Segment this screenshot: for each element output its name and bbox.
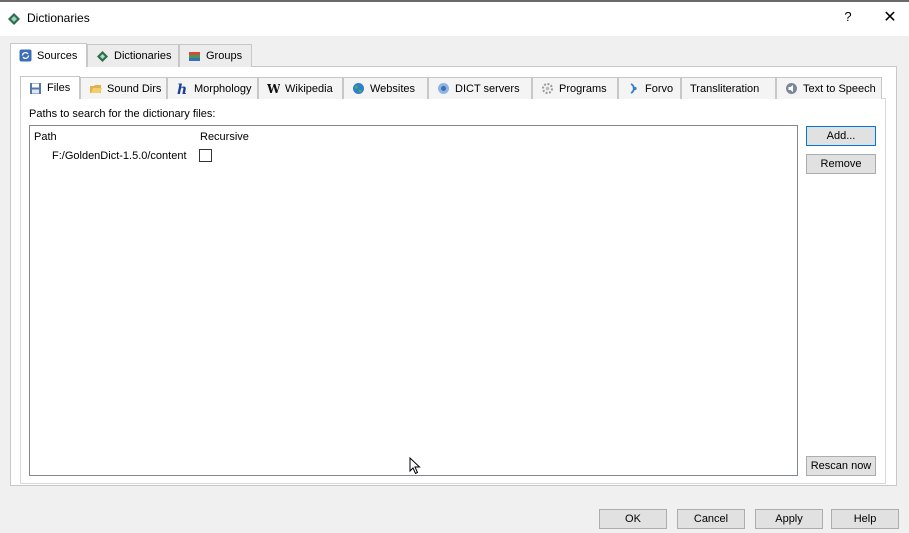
forvo-icon	[630, 83, 637, 94]
tab-websites-label: Websites	[370, 82, 416, 95]
globe-icon	[353, 83, 364, 94]
tab-groups[interactable]: Groups	[179, 44, 252, 67]
path-cell[interactable]: F:/GoldenDict-1.5.0/content	[52, 150, 187, 162]
close-icon[interactable]: ✕	[880, 7, 900, 27]
mouse-cursor-icon	[409, 457, 421, 475]
column-header-recursive[interactable]: Recursive	[200, 131, 249, 143]
tab-sound-dirs-label: Sound Dirs	[107, 82, 162, 95]
tab-wikipedia-label: Wikipedia	[285, 82, 333, 95]
tab-programs-label: Programs	[559, 82, 607, 95]
window-title: Dictionaries	[27, 11, 90, 25]
books-icon	[189, 51, 200, 61]
h-letter-icon: h	[177, 82, 187, 95]
tab-sources[interactable]: Sources	[10, 43, 87, 67]
tab-files-label: Files	[47, 82, 71, 94]
folder-sound-icon	[90, 85, 102, 93]
tab-sound-dirs[interactable]: Sound Dirs	[80, 77, 167, 99]
tab-websites[interactable]: Websites	[343, 77, 428, 99]
wikipedia-icon: W	[267, 82, 280, 95]
tab-transliteration[interactable]: Transliteration	[681, 77, 776, 99]
tab-sources-label: Sources	[37, 49, 78, 62]
gear-icon	[542, 83, 553, 94]
add-button[interactable]: Add...	[806, 126, 876, 146]
column-header-path[interactable]: Path	[34, 131, 57, 143]
title-bar: Dictionaries ? ✕	[0, 0, 909, 36]
tab-forvo[interactable]: Forvo	[618, 77, 681, 99]
tab-dictionaries[interactable]: Dictionaries	[87, 44, 179, 67]
server-icon	[438, 83, 449, 94]
tab-programs[interactable]: Programs	[532, 77, 618, 99]
tab-text-to-speech-label: Text to Speech	[803, 82, 876, 95]
floppy-icon	[30, 82, 41, 94]
paths-label: Paths to search for the dictionary files…	[29, 108, 216, 120]
tab-files[interactable]: Files	[20, 76, 80, 99]
help-icon[interactable]: ?	[840, 9, 856, 27]
recursive-checkbox[interactable]	[199, 149, 212, 162]
tab-text-to-speech[interactable]: Text to Speech	[776, 77, 882, 99]
tab-forvo-label: Forvo	[645, 82, 674, 95]
tab-dict-servers-label: DICT servers	[455, 82, 520, 95]
tab-transliteration-label: Transliteration	[690, 82, 760, 95]
tab-dict-servers[interactable]: DICT servers	[428, 77, 532, 99]
help-button[interactable]: Help	[831, 509, 899, 529]
path-list[interactable]	[29, 125, 798, 476]
rescan-now-button[interactable]: Rescan now	[806, 456, 876, 476]
cancel-button[interactable]: Cancel	[677, 509, 745, 529]
tab-dictionaries-label: Dictionaries	[114, 50, 172, 62]
tab-wikipedia[interactable]: W Wikipedia	[258, 77, 343, 99]
tab-groups-label: Groups	[206, 50, 243, 62]
svg-text:h: h	[177, 82, 187, 95]
remove-button[interactable]: Remove	[806, 154, 876, 174]
ok-button[interactable]: OK	[599, 509, 667, 529]
speaker-icon	[786, 83, 797, 94]
refresh-icon	[19, 49, 32, 62]
tab-morphology[interactable]: h Morphology	[167, 77, 258, 99]
svg-text:W: W	[267, 82, 280, 95]
apply-button[interactable]: Apply	[755, 509, 823, 529]
dictionary-app-icon	[8, 13, 20, 25]
dictionary-icon	[97, 50, 108, 62]
tab-morphology-label: Morphology	[194, 82, 252, 95]
